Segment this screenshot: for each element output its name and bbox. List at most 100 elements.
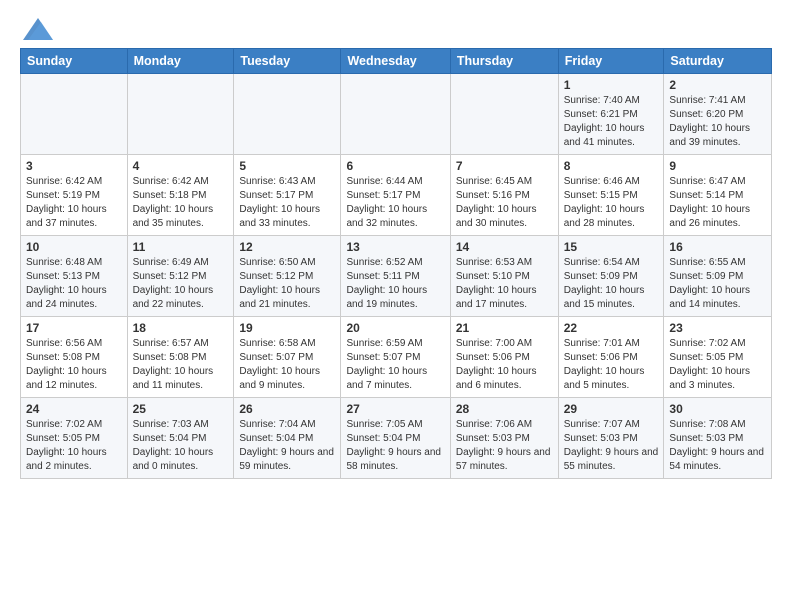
day-number: 14 [456, 240, 553, 254]
day-number: 7 [456, 159, 553, 173]
weekday-header-monday: Monday [127, 49, 234, 74]
day-number: 9 [669, 159, 766, 173]
logo [20, 18, 53, 40]
day-number: 23 [669, 321, 766, 335]
day-info: Sunrise: 6:42 AM Sunset: 5:19 PM Dayligh… [26, 175, 122, 231]
day-info: Sunrise: 6:58 AM Sunset: 5:07 PM Dayligh… [239, 337, 335, 393]
day-number: 8 [564, 159, 659, 173]
calendar-cell: 26 Sunrise: 7:04 AM Sunset: 5:04 PM Dayli… [234, 398, 341, 479]
week-row-3: 10 Sunrise: 6:48 AM Sunset: 5:13 PM Dayli… [21, 236, 772, 317]
weekday-header-saturday: Saturday [664, 49, 772, 74]
day-info: Sunrise: 7:41 AM Sunset: 6:20 PM Dayligh… [669, 94, 766, 150]
calendar-cell [341, 74, 450, 155]
day-info: Sunrise: 7:04 AM Sunset: 5:04 PM Dayligh… [239, 418, 335, 474]
logo-icon [23, 18, 53, 40]
day-number: 28 [456, 402, 553, 416]
header [20, 18, 772, 40]
day-number: 17 [26, 321, 122, 335]
calendar-cell: 6 Sunrise: 6:44 AM Sunset: 5:17 PM Daylig… [341, 155, 450, 236]
day-number: 2 [669, 78, 766, 92]
calendar-cell: 13Sunrise: 6:52 AM Sunset: 5:11 PM Dayli… [341, 236, 450, 317]
calendar-cell: 11 Sunrise: 6:49 AM Sunset: 5:12 PM Dayli… [127, 236, 234, 317]
day-info: Sunrise: 6:48 AM Sunset: 5:13 PM Dayligh… [26, 256, 122, 312]
calendar-cell: 28 Sunrise: 7:06 AM Sunset: 5:03 PM Dayli… [450, 398, 558, 479]
day-info: Sunrise: 7:07 AM Sunset: 5:03 PM Dayligh… [564, 418, 659, 474]
day-info: Sunrise: 7:01 AM Sunset: 5:06 PM Dayligh… [564, 337, 659, 393]
calendar-cell: 22 Sunrise: 7:01 AM Sunset: 5:06 PM Dayli… [558, 317, 664, 398]
day-info: Sunrise: 7:02 AM Sunset: 5:05 PM Dayligh… [26, 418, 122, 474]
day-info: Sunrise: 6:50 AM Sunset: 5:12 PM Dayligh… [239, 256, 335, 312]
day-info: Sunrise: 6:43 AM Sunset: 5:17 PM Dayligh… [239, 175, 335, 231]
day-number: 27 [346, 402, 444, 416]
day-info: Sunrise: 6:53 AM Sunset: 5:10 PM Dayligh… [456, 256, 553, 312]
day-number: 5 [239, 159, 335, 173]
calendar-cell: 15 Sunrise: 6:54 AM Sunset: 5:09 PM Dayli… [558, 236, 664, 317]
calendar-cell: 23 Sunrise: 7:02 AM Sunset: 5:05 PM Dayli… [664, 317, 772, 398]
day-number: 19 [239, 321, 335, 335]
weekday-header-friday: Friday [558, 49, 664, 74]
day-info: Sunrise: 6:47 AM Sunset: 5:14 PM Dayligh… [669, 175, 766, 231]
calendar-cell [127, 74, 234, 155]
calendar-cell: 18Sunrise: 6:57 AM Sunset: 5:08 PM Dayli… [127, 317, 234, 398]
day-info: Sunrise: 6:49 AM Sunset: 5:12 PM Dayligh… [133, 256, 229, 312]
day-number: 4 [133, 159, 229, 173]
calendar-cell: 1 Sunrise: 7:40 AM Sunset: 6:21 PM Daylig… [558, 74, 664, 155]
day-info: Sunrise: 6:42 AM Sunset: 5:18 PM Dayligh… [133, 175, 229, 231]
day-info: Sunrise: 7:00 AM Sunset: 5:06 PM Dayligh… [456, 337, 553, 393]
day-number: 25 [133, 402, 229, 416]
day-number: 11 [133, 240, 229, 254]
day-number: 16 [669, 240, 766, 254]
weekday-header-row: SundayMondayTuesdayWednesdayThursdayFrid… [21, 49, 772, 74]
weekday-header-thursday: Thursday [450, 49, 558, 74]
weekday-header-tuesday: Tuesday [234, 49, 341, 74]
weekday-header-wednesday: Wednesday [341, 49, 450, 74]
day-number: 29 [564, 402, 659, 416]
day-info: Sunrise: 7:06 AM Sunset: 5:03 PM Dayligh… [456, 418, 553, 474]
calendar-cell: 10 Sunrise: 6:48 AM Sunset: 5:13 PM Dayli… [21, 236, 128, 317]
calendar-cell: 27 Sunrise: 7:05 AM Sunset: 5:04 PM Dayli… [341, 398, 450, 479]
calendar-cell [234, 74, 341, 155]
calendar-cell: 17 Sunrise: 6:56 AM Sunset: 5:08 PM Dayli… [21, 317, 128, 398]
calendar-cell [450, 74, 558, 155]
week-row-1: 1 Sunrise: 7:40 AM Sunset: 6:21 PM Daylig… [21, 74, 772, 155]
day-number: 24 [26, 402, 122, 416]
day-number: 1 [564, 78, 659, 92]
day-number: 10 [26, 240, 122, 254]
day-number: 22 [564, 321, 659, 335]
day-info: Sunrise: 6:56 AM Sunset: 5:08 PM Dayligh… [26, 337, 122, 393]
page: SundayMondayTuesdayWednesdayThursdayFrid… [0, 0, 792, 489]
day-number: 20 [346, 321, 444, 335]
day-info: Sunrise: 6:46 AM Sunset: 5:15 PM Dayligh… [564, 175, 659, 231]
day-info: Sunrise: 6:59 AM Sunset: 5:07 PM Dayligh… [346, 337, 444, 393]
day-info: Sunrise: 7:08 AM Sunset: 5:03 PM Dayligh… [669, 418, 766, 474]
calendar-cell: 14 Sunrise: 6:53 AM Sunset: 5:10 PM Dayli… [450, 236, 558, 317]
day-number: 15 [564, 240, 659, 254]
calendar-cell: 12 Sunrise: 6:50 AM Sunset: 5:12 PM Dayli… [234, 236, 341, 317]
calendar-cell: 3 Sunrise: 6:42 AM Sunset: 5:19 PM Daylig… [21, 155, 128, 236]
day-number: 26 [239, 402, 335, 416]
day-info: Sunrise: 7:02 AM Sunset: 5:05 PM Dayligh… [669, 337, 766, 393]
week-row-2: 3 Sunrise: 6:42 AM Sunset: 5:19 PM Daylig… [21, 155, 772, 236]
day-info: Sunrise: 7:40 AM Sunset: 6:21 PM Dayligh… [564, 94, 659, 150]
week-row-4: 17 Sunrise: 6:56 AM Sunset: 5:08 PM Dayli… [21, 317, 772, 398]
calendar-cell: 19 Sunrise: 6:58 AM Sunset: 5:07 PM Dayli… [234, 317, 341, 398]
day-info: Sunrise: 6:57 AM Sunset: 5:08 PM Dayligh… [133, 337, 229, 393]
day-info: Sunrise: 6:52 AM Sunset: 5:11 PM Dayligh… [346, 256, 444, 312]
calendar-cell [21, 74, 128, 155]
day-info: Sunrise: 6:44 AM Sunset: 5:17 PM Dayligh… [346, 175, 444, 231]
calendar-cell: 21 Sunrise: 7:00 AM Sunset: 5:06 PM Dayli… [450, 317, 558, 398]
day-info: Sunrise: 6:54 AM Sunset: 5:09 PM Dayligh… [564, 256, 659, 312]
calendar-cell: 2 Sunrise: 7:41 AM Sunset: 6:20 PM Daylig… [664, 74, 772, 155]
day-number: 21 [456, 321, 553, 335]
calendar: SundayMondayTuesdayWednesdayThursdayFrid… [20, 48, 772, 479]
calendar-cell: 16Sunrise: 6:55 AM Sunset: 5:09 PM Dayli… [664, 236, 772, 317]
week-row-5: 24 Sunrise: 7:02 AM Sunset: 5:05 PM Dayli… [21, 398, 772, 479]
day-number: 6 [346, 159, 444, 173]
day-number: 12 [239, 240, 335, 254]
calendar-cell: 24 Sunrise: 7:02 AM Sunset: 5:05 PM Dayli… [21, 398, 128, 479]
calendar-cell: 29 Sunrise: 7:07 AM Sunset: 5:03 PM Dayli… [558, 398, 664, 479]
day-info: Sunrise: 7:05 AM Sunset: 5:04 PM Dayligh… [346, 418, 444, 474]
day-number: 3 [26, 159, 122, 173]
calendar-cell: 4 Sunrise: 6:42 AM Sunset: 5:18 PM Daylig… [127, 155, 234, 236]
calendar-cell: 25Sunrise: 7:03 AM Sunset: 5:04 PM Dayli… [127, 398, 234, 479]
